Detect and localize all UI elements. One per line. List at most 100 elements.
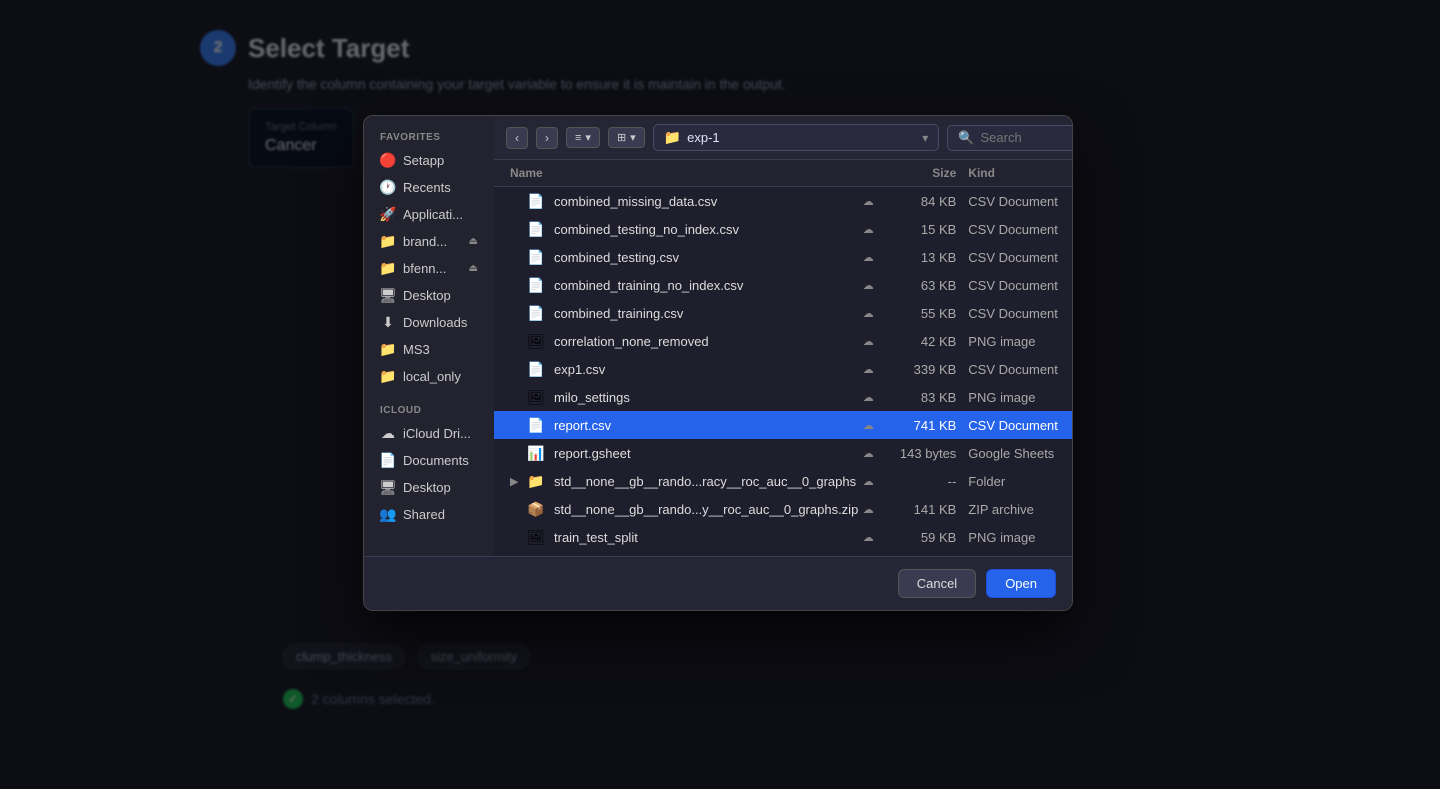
favorites-label: Favorites xyxy=(372,132,486,143)
file-row[interactable]: ▶ 📁 std__none__gb__rando...racy__roc_auc… xyxy=(494,467,1073,495)
file-size: 59 KB xyxy=(878,530,968,545)
file-kind: PNG image xyxy=(968,390,1073,405)
file-kind: CSV Document xyxy=(968,222,1073,237)
cloud-sync-icon: ☁ xyxy=(858,419,878,432)
file-type-icon: 📁 xyxy=(526,471,546,491)
cloud-sync-icon: ☁ xyxy=(858,335,878,348)
sidebar-item-downloads[interactable]: ⬇ Downloads xyxy=(372,309,486,335)
sidebar: Favorites 🔴 Setapp 🕐 Recents 🚀 Applicati… xyxy=(364,116,494,556)
file-name: std__none__gb__rando...y__roc_auc__0_gra… xyxy=(554,502,858,517)
local-only-icon: 📁 xyxy=(380,368,396,384)
file-size: 13 KB xyxy=(878,250,968,265)
file-type-icon: 📄 xyxy=(526,359,546,379)
search-input[interactable] xyxy=(980,130,1073,145)
file-row[interactable]: 🖼 train_test_split ☁ 59 KB PNG image xyxy=(494,523,1073,551)
file-row[interactable]: 📄 combined_training.csv ☁ 55 KB CSV Docu… xyxy=(494,299,1073,327)
icloud-section: iCloud ☁ iCloud Dri... 📄 Documents 🖥 Des… xyxy=(372,405,486,527)
file-size: 15 KB xyxy=(878,222,968,237)
file-size: 143 bytes xyxy=(878,446,968,461)
file-row[interactable]: 📄 combined_testing.csv ☁ 13 KB CSV Docum… xyxy=(494,243,1073,271)
grid-view-chevron: ▾ xyxy=(630,131,636,144)
file-name: combined_testing_no_index.csv xyxy=(554,222,858,237)
file-size: 42 KB xyxy=(878,334,968,349)
file-name: correlation_none_removed xyxy=(554,334,858,349)
list-view-button[interactable]: ≡ ▾ xyxy=(566,127,600,148)
file-row[interactable]: 🖼 milo_settings ☁ 83 KB PNG image xyxy=(494,383,1073,411)
sidebar-item-desktop[interactable]: 🖥 Desktop xyxy=(372,282,486,308)
file-row[interactable]: 📄 exp1.csv ☁ 339 KB CSV Document xyxy=(494,355,1073,383)
applications-icon: 🚀 xyxy=(380,206,396,222)
file-row[interactable]: 📄 report.csv ☁ 741 KB CSV Document xyxy=(494,411,1073,439)
file-kind: CSV Document xyxy=(968,418,1073,433)
search-bar: 🔍 xyxy=(947,125,1073,151)
file-row[interactable]: 📦 std__none__gb__rando...y__roc_auc__0_g… xyxy=(494,495,1073,523)
file-name: train_test_split xyxy=(554,530,858,545)
file-row[interactable]: 📊 report.gsheet ☁ 143 bytes Google Sheet… xyxy=(494,439,1073,467)
sidebar-item-applications[interactable]: 🚀 Applicati... xyxy=(372,201,486,227)
sidebar-item-bfenn[interactable]: 📁 bfenn... ⏏ xyxy=(372,255,486,281)
cloud-sync-icon: ☁ xyxy=(858,531,878,544)
main-panel: ‹ › ≡ ▾ ⊞ ▾ 📁 exp-1 ▾ 🔍 xyxy=(494,116,1073,556)
sidebar-item-setapp[interactable]: 🔴 Setapp xyxy=(372,147,486,173)
file-size: 63 KB xyxy=(878,278,968,293)
cloud-sync-icon: ☁ xyxy=(858,475,878,488)
cloud-sync-icon: ☁ xyxy=(858,363,878,376)
file-row[interactable]: 📄 combined_missing_data.csv ☁ 84 KB CSV … xyxy=(494,187,1073,215)
file-name: combined_testing.csv xyxy=(554,250,858,265)
cancel-button[interactable]: Cancel xyxy=(898,569,976,598)
file-row[interactable]: 📄 combined_training_no_index.csv ☁ 63 KB… xyxy=(494,271,1073,299)
back-button[interactable]: ‹ xyxy=(506,127,528,149)
file-row[interactable]: 🖼 correlation_none_removed ☁ 42 KB PNG i… xyxy=(494,327,1073,355)
sidebar-item-brand-label: brand... xyxy=(403,234,447,249)
cloud-sync-icon: ☁ xyxy=(858,503,878,516)
file-kind: PNG image xyxy=(968,530,1073,545)
file-kind: CSV Document xyxy=(968,278,1073,293)
shared-icon: 👥 xyxy=(380,506,396,522)
open-button[interactable]: Open xyxy=(986,569,1056,598)
file-type-icon: 📄 xyxy=(526,415,546,435)
file-type-icon: 🖼 xyxy=(526,331,546,351)
cloud-sync-icon: ☁ xyxy=(858,279,878,292)
sidebar-item-shared-label: Shared xyxy=(403,507,445,522)
file-type-icon: 🖼 xyxy=(526,387,546,407)
file-type-icon: 📊 xyxy=(526,443,546,463)
sidebar-item-local-only[interactable]: 📁 local_only xyxy=(372,363,486,389)
sidebar-item-desktop-label: Desktop xyxy=(403,288,451,303)
sidebar-item-local-only-label: local_only xyxy=(403,369,461,384)
col-size-header: Size xyxy=(878,166,968,180)
icloud-drive-icon: ☁ xyxy=(380,425,396,441)
sidebar-item-recents-label: Recents xyxy=(403,180,451,195)
sidebar-item-ms3[interactable]: 📁 MS3 xyxy=(372,336,486,362)
sidebar-item-brand[interactable]: 📁 brand... ⏏ xyxy=(372,228,486,254)
recents-icon: 🕐 xyxy=(380,179,396,195)
sidebar-item-shared[interactable]: 👥 Shared xyxy=(372,501,486,527)
grid-view-button[interactable]: ⊞ ▾ xyxy=(608,127,645,148)
sidebar-item-downloads-label: Downloads xyxy=(403,315,467,330)
dialog-footer: Cancel Open xyxy=(364,556,1072,610)
file-type-icon: 📄 xyxy=(526,191,546,211)
ms3-icon: 📁 xyxy=(380,341,396,357)
cloud-sync-icon: ☁ xyxy=(858,195,878,208)
file-kind: ZIP archive xyxy=(968,502,1073,517)
forward-button[interactable]: › xyxy=(536,127,558,149)
location-chevron: ▾ xyxy=(922,131,928,145)
toolbar: ‹ › ≡ ▾ ⊞ ▾ 📁 exp-1 ▾ 🔍 xyxy=(494,116,1073,160)
file-row[interactable]: 📄 combined_testing_no_index.csv ☁ 15 KB … xyxy=(494,215,1073,243)
list-view-chevron: ▾ xyxy=(585,131,591,144)
file-kind: CSV Document xyxy=(968,194,1073,209)
file-name: combined_missing_data.csv xyxy=(554,194,858,209)
sidebar-item-documents[interactable]: 📄 Documents xyxy=(372,447,486,473)
file-type-icon: 📄 xyxy=(526,303,546,323)
col-kind-header: Kind xyxy=(968,166,1073,180)
file-size: 339 KB xyxy=(878,362,968,377)
sidebar-item-ms3-label: MS3 xyxy=(403,342,430,357)
file-size: 55 KB xyxy=(878,306,968,321)
file-dialog: Favorites 🔴 Setapp 🕐 Recents 🚀 Applicati… xyxy=(363,115,1073,611)
sidebar-item-icloud-drive[interactable]: ☁ iCloud Dri... xyxy=(372,420,486,446)
file-size: 83 KB xyxy=(878,390,968,405)
downloads-icon: ⬇ xyxy=(380,314,396,330)
sidebar-item-desktop-icloud[interactable]: 🖥 Desktop xyxy=(372,474,486,500)
sidebar-item-recents[interactable]: 🕐 Recents xyxy=(372,174,486,200)
file-name: combined_training.csv xyxy=(554,306,858,321)
brand-eject-icon: ⏏ xyxy=(469,236,478,247)
